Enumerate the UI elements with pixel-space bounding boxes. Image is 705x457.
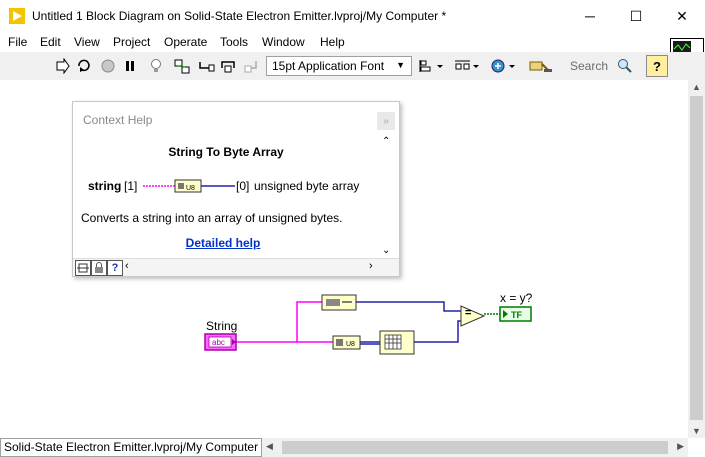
detailed-help-link[interactable]: Detailed help [73, 236, 373, 250]
vertical-scroll-thumb[interactable] [690, 96, 703, 420]
input-terminal-index: [1] [124, 179, 138, 193]
horizontal-scroll-thumb[interactable] [282, 441, 668, 454]
question-mark-icon: ? [653, 58, 661, 74]
run-continuously-icon[interactable] [75, 57, 93, 75]
scroll-left-icon[interactable]: ‹ [125, 260, 129, 272]
menu-edit[interactable]: Edit [40, 35, 61, 49]
diagram-vertical-scrollbar[interactable]: ▲ ▼ [688, 80, 705, 438]
distribute-objects-icon[interactable] [454, 57, 482, 75]
indicator-label: x = y? [500, 291, 533, 305]
chevron-down-icon: ▼ [396, 60, 405, 70]
title-bar: Untitled 1 Block Diagram on Solid-State … [0, 0, 705, 32]
byte-pattern-icon [336, 339, 343, 346]
step-into-icon[interactable] [198, 57, 216, 75]
indicator-text: TF [511, 310, 522, 320]
menu-window[interactable]: Window [262, 35, 305, 49]
string-wire [236, 301, 333, 343]
string-terminal-text: abc [212, 338, 225, 347]
highlight-execution-icon[interactable] [147, 57, 165, 75]
step-out-icon[interactable] [242, 57, 260, 75]
scroll-down-icon[interactable]: ▼ [692, 426, 701, 436]
menu-project[interactable]: Project [113, 35, 150, 49]
output-terminal-index: [0] [236, 179, 250, 193]
byte-pattern-icon [326, 299, 340, 306]
close-button[interactable]: ✕ [659, 0, 705, 32]
function-name: String To Byte Array [168, 145, 284, 159]
input-terminal-name: string [88, 179, 122, 193]
context-help-button[interactable]: ? [646, 55, 668, 77]
retain-wire-values-icon[interactable] [173, 57, 191, 75]
pause-icon[interactable] [121, 57, 139, 75]
project-path-status: Solid-State Electron Emitter.lvproj/My C… [0, 438, 262, 457]
scroll-down-icon[interactable]: ⌄ [382, 245, 390, 256]
search-icon[interactable] [616, 57, 634, 75]
context-help-header: Context Help [83, 113, 153, 127]
scroll-left-icon[interactable]: ◀ [266, 441, 273, 452]
menu-tools[interactable]: Tools [220, 35, 248, 49]
minimize-button[interactable]: ─ [567, 0, 613, 32]
labview-logo-icon [9, 8, 25, 24]
function-diagram: U8 [143, 179, 235, 193]
context-help-bottom-bar: ? ‹ › [73, 258, 399, 276]
menu-operate[interactable]: Operate [164, 35, 207, 49]
align-objects-icon[interactable] [418, 57, 446, 75]
output-terminal-name: unsigned byte array [254, 179, 360, 193]
show-optional-terminals-icon[interactable] [75, 260, 91, 276]
svg-text:U8: U8 [186, 185, 195, 192]
menu-file[interactable]: File [8, 35, 27, 49]
window-title: Untitled 1 Block Diagram on Solid-State … [32, 9, 447, 23]
diagram-horizontal-scrollbar[interactable]: ◀ ▶ [262, 438, 688, 457]
context-help-vscroll[interactable]: ⌃ ⌄ [382, 136, 394, 256]
reorder-objects-icon[interactable] [490, 57, 520, 75]
maximize-button[interactable]: ☐ [613, 0, 659, 32]
grid-icon [384, 334, 402, 350]
lock-icon[interactable] [91, 260, 107, 276]
font-select[interactable]: 15pt Application Font ▼ [266, 56, 412, 76]
string-label: String [206, 319, 238, 333]
chevron-right-icon[interactable]: » [377, 112, 395, 130]
menu-help[interactable]: Help [320, 35, 345, 49]
cleanup-diagram-icon[interactable] [528, 57, 556, 75]
font-select-value: 15pt Application Font [272, 59, 385, 73]
scroll-up-icon[interactable]: ⌃ [382, 136, 390, 147]
run-arrow-icon[interactable] [53, 57, 71, 75]
context-help-window[interactable]: Context Help » String To Byte Array stri… [72, 101, 400, 277]
function-description: Converts a string into an array of unsig… [81, 211, 343, 225]
scroll-up-icon[interactable]: ▲ [692, 82, 701, 92]
search-placeholder: Search [570, 59, 609, 73]
toolbar: 15pt Application Font ▼ Search ? [0, 52, 705, 81]
step-over-icon[interactable] [220, 57, 238, 75]
equal-glyph: = [465, 307, 472, 319]
scroll-right-icon[interactable]: ▶ [677, 441, 684, 452]
help-question-icon[interactable]: ? [107, 260, 123, 276]
u8-glyph: U8 [346, 341, 355, 348]
scroll-right-icon[interactable]: › [369, 260, 373, 272]
menu-bar: File Edit View Project Operate Tools Win… [0, 32, 705, 52]
menu-view[interactable]: View [74, 35, 100, 49]
abort-icon[interactable] [99, 57, 117, 75]
